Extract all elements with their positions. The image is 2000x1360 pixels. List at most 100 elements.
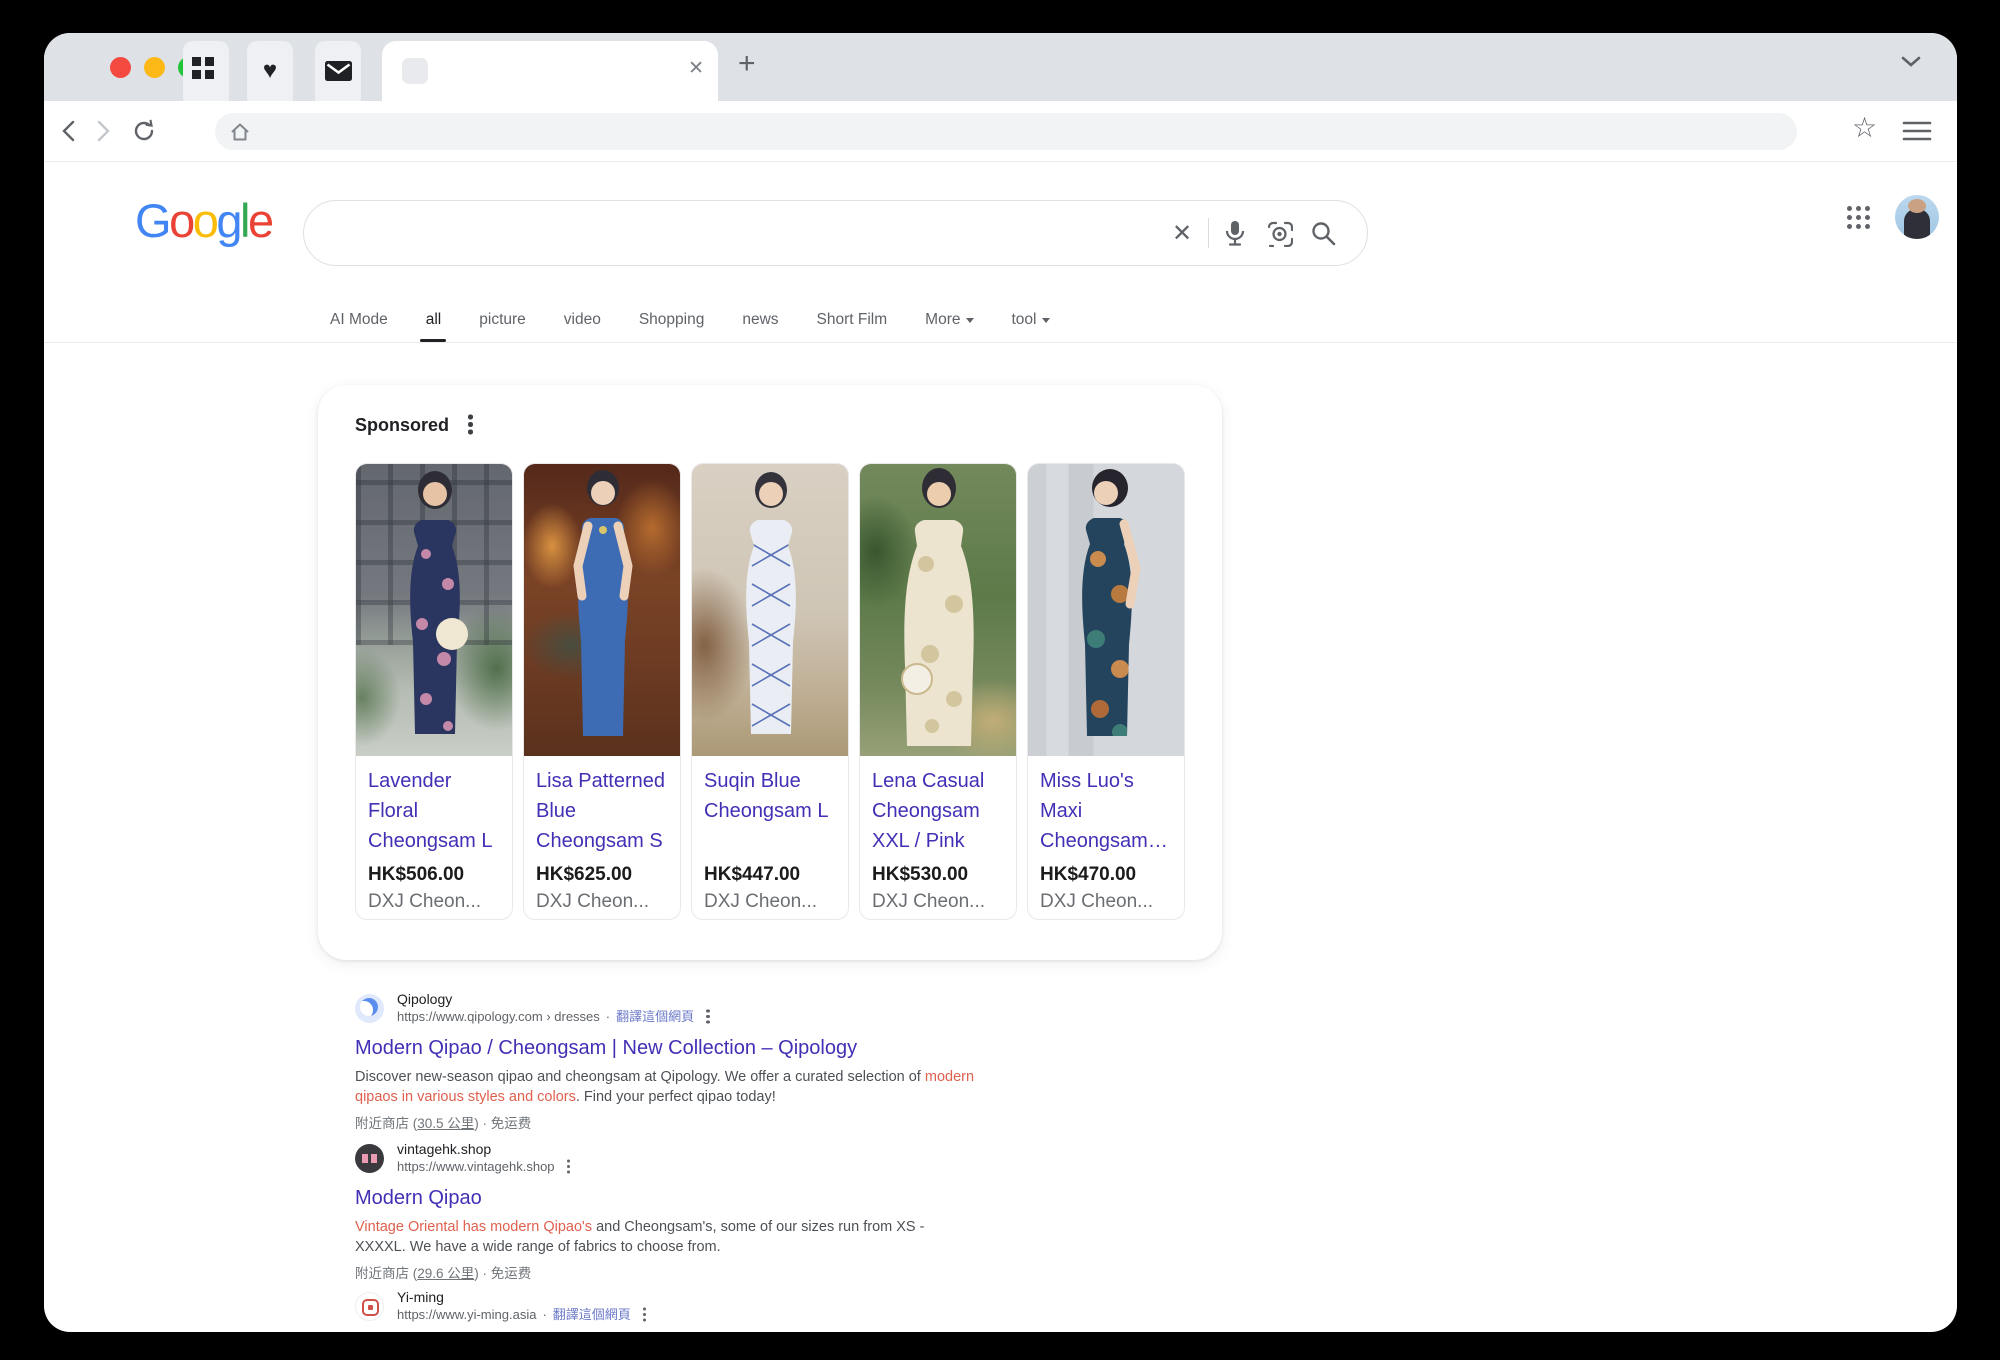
logo-letter: l [240, 194, 248, 247]
product-card[interactable]: Lisa Patterned Blue Cheongsam S HK$625.0… [523, 463, 681, 920]
reload-button[interactable] [128, 115, 160, 147]
distance-link[interactable]: 29.6 公里 [417, 1266, 474, 1281]
result-url-text: https://www.yi-ming.asia [397, 1306, 536, 1323]
meta-text: ) · 免运费 [474, 1116, 531, 1131]
three-dots-icon[interactable] [567, 1165, 571, 1169]
tab-short-film[interactable]: Short Film [817, 311, 888, 329]
result-url-text: https://www.qipology.com › dresses [397, 1008, 600, 1025]
product-image [356, 464, 512, 756]
close-window-button[interactable] [110, 57, 131, 78]
search-icon [1310, 220, 1337, 247]
logo-letter: G [135, 194, 169, 247]
divider [1208, 218, 1209, 248]
product-price: HK$447.00 [704, 864, 836, 886]
apps-grid-icon [1856, 215, 1861, 220]
distance-link[interactable]: 30.5 公里 [417, 1116, 474, 1131]
pinned-tab-favorites[interactable]: ♥ [247, 41, 293, 101]
lens-search-button[interactable] [1257, 211, 1301, 255]
back-button[interactable] [52, 115, 84, 147]
result-url[interactable]: https://www.qipology.com › dresses · 翻譯這… [397, 1008, 710, 1025]
bookmark-star-icon[interactable]: ☆ [1852, 111, 1877, 144]
account-avatar[interactable] [1895, 195, 1939, 239]
search-box[interactable]: ✕ [303, 200, 1368, 266]
product-merchant: DXJ Cheon... [704, 891, 836, 913]
result-url[interactable]: https://www.yi-ming.asia · 翻譯這個網頁 [397, 1306, 646, 1323]
search-result: Yi-ming https://www.yi-ming.asia · 翻譯這個網… [355, 1289, 1015, 1332]
result-snippet: Vintage Oriental has modern Qipao's and … [355, 1217, 975, 1257]
google-apps-button[interactable] [1844, 203, 1872, 231]
product-merchant: DXJ Cheon... [536, 891, 668, 913]
tab-favicon-placeholder [402, 58, 428, 84]
product-price: HK$625.00 [536, 864, 668, 886]
pinned-tab-apps[interactable] [183, 41, 229, 101]
result-site-name[interactable]: vintagehk.shop [397, 1141, 570, 1158]
mail-icon [325, 61, 352, 81]
logo-letter: g [216, 194, 240, 247]
tab-video[interactable]: video [564, 311, 601, 329]
search-input[interactable] [332, 221, 1160, 246]
search-result: vintagehk.shop https://www.vintagehk.sho… [355, 1141, 1015, 1282]
back-icon [61, 120, 75, 142]
microphone-icon [1223, 219, 1247, 247]
product-title[interactable]: Miss Luo's Maxi Cheongsam… [1040, 766, 1172, 858]
result-site-name[interactable]: Qipology [397, 991, 710, 1008]
new-tab-button[interactable]: + [738, 47, 756, 81]
tab-ai-mode[interactable]: AI Mode [330, 311, 388, 329]
google-logo[interactable]: Google [135, 193, 272, 248]
product-title[interactable]: Lisa Patterned Blue Cheongsam S [536, 766, 668, 858]
translate-link[interactable]: 翻譯這個網頁 [616, 1008, 694, 1025]
clear-search-button[interactable]: ✕ [1160, 211, 1204, 255]
product-title[interactable]: Lavender Floral Cheongsam L [368, 766, 500, 858]
search-submit-button[interactable] [1301, 211, 1345, 255]
product-title[interactable]: Lena Casual Cheongsam XXL / Pink [872, 766, 1004, 858]
menu-hamburger-icon[interactable] [1902, 119, 1932, 143]
tab-all[interactable]: all [426, 311, 442, 329]
tab-tool[interactable]: tool [1012, 311, 1050, 329]
grid-icon [192, 57, 201, 66]
translate-link[interactable]: 翻譯這個網頁 [553, 1306, 631, 1323]
result-title-link[interactable]: Modern Qipao / Cheongsam | New Collectio… [355, 1035, 1015, 1061]
sponsored-panel: Sponsored Lavender Flo [318, 385, 1222, 960]
product-image [524, 464, 680, 756]
three-dots-icon[interactable] [706, 1015, 710, 1019]
tab-shopping[interactable]: Shopping [639, 311, 705, 329]
home-icon[interactable] [229, 121, 251, 143]
minimize-window-button[interactable] [144, 57, 165, 78]
tab-more[interactable]: More [925, 311, 973, 329]
tab-close-icon[interactable]: ✕ [688, 57, 704, 80]
product-title[interactable]: Suqin Blue Cheongsam L [704, 766, 836, 858]
heart-icon: ♥ [263, 59, 277, 83]
pinned-tab-mail[interactable] [315, 41, 361, 101]
tab-news[interactable]: news [742, 311, 778, 329]
active-tab[interactable]: ✕ [382, 41, 718, 101]
result-snippet: Discover new-season qipao and cheongsam … [355, 1067, 975, 1107]
product-image [1028, 464, 1184, 756]
camera-lens-icon [1265, 219, 1293, 247]
result-url-text: https://www.vintagehk.shop [397, 1158, 555, 1175]
voice-search-button[interactable] [1213, 211, 1257, 255]
yi-ming-favicon-icon [355, 1292, 384, 1321]
close-icon: ✕ [1172, 219, 1192, 248]
meta-text: 附近商店 ( [355, 1266, 417, 1281]
reload-icon [131, 118, 157, 144]
chevron-down-icon[interactable] [1900, 55, 1922, 69]
result-title-link[interactable]: Modern Qipao [355, 1185, 1015, 1211]
three-dots-icon[interactable] [643, 1313, 647, 1317]
url-separator: · [542, 1306, 546, 1323]
result-meta: 附近商店 (29.6 公里) · 免运费 [355, 1262, 1015, 1282]
result-site-name[interactable]: Yi-ming [397, 1289, 646, 1306]
product-card[interactable]: Suqin Blue Cheongsam L HK$447.00 DXJ Che… [691, 463, 849, 920]
result-url[interactable]: https://www.vintagehk.shop [397, 1158, 570, 1175]
product-card[interactable]: Lena Casual Cheongsam XXL / Pink HK$530.… [859, 463, 1017, 920]
product-merchant: DXJ Cheon... [368, 891, 500, 913]
forward-button[interactable] [88, 115, 120, 147]
address-input[interactable] [261, 122, 1797, 141]
product-price: HK$470.00 [1040, 864, 1172, 886]
product-card[interactable]: Lavender Floral Cheongsam L HK$506.00 DX… [355, 463, 513, 920]
logo-letter: e [248, 194, 272, 247]
product-card[interactable]: Miss Luo's Maxi Cheongsam… HK$470.00 DXJ… [1027, 463, 1185, 920]
tab-picture[interactable]: picture [479, 311, 526, 329]
product-price: HK$530.00 [872, 864, 1004, 886]
sponsored-menu-button[interactable] [460, 418, 480, 438]
address-bar[interactable] [215, 113, 1797, 150]
